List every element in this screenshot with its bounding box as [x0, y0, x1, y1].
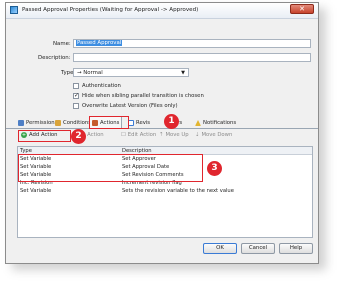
set-variable-rows-highlight [18, 154, 203, 182]
tab-notifications[interactable]: Notifications [195, 118, 236, 128]
help-button[interactable]: Help [279, 243, 313, 254]
actions-tab-highlight [89, 116, 129, 129]
tab-notifications-label: Notifications [203, 120, 237, 126]
edit-icon: ☐ [121, 132, 126, 138]
move-up-label: Move Up [165, 132, 189, 138]
callout-badge-3: 3 [207, 161, 222, 176]
app-icon [10, 6, 18, 14]
tab-conditions-label: Conditions [63, 120, 92, 126]
move-up-button[interactable]: ⇡ Move Up [159, 132, 189, 138]
hide-sibling-checkbox[interactable] [73, 92, 79, 99]
description-label: Description: [38, 55, 71, 61]
conditions-icon [55, 120, 61, 126]
table-row[interactable]: Set Variable Sets the revision variable … [18, 188, 312, 195]
close-button[interactable]: ✕ [290, 4, 314, 14]
hide-sibling-label: Hide when sibling parallel transition is… [82, 93, 204, 99]
description-field[interactable] [73, 53, 311, 62]
properties-dialog: Passed Approval Properties (Waiting for … [5, 2, 319, 264]
type-value: → Normal [77, 70, 103, 76]
cancel-button[interactable]: Cancel [241, 243, 275, 254]
move-down-label: Move Down [201, 132, 233, 138]
edit-action-button[interactable]: ☐ Edit Action [121, 132, 156, 138]
name-field[interactable]: Passed Approval [73, 39, 311, 48]
window-title: Passed Approval Properties (Waiting for … [22, 7, 199, 13]
authentication-checkbox[interactable] [73, 83, 79, 89]
tab-permissions[interactable]: Permissions [18, 118, 57, 128]
permissions-icon [18, 120, 24, 126]
tab-divider [6, 128, 318, 129]
title-bar: Passed Approval Properties (Waiting for … [6, 3, 318, 19]
add-action-highlight [18, 130, 71, 142]
tab-revision[interactable]: Revis [128, 118, 150, 128]
row-description: Sets the revision variable to the next v… [122, 188, 234, 194]
name-value: Passed Approval [76, 40, 123, 46]
edit-action-label: Edit Action [127, 132, 157, 138]
authentication-label: Authentication [82, 83, 121, 89]
callout-badge-1: 1 [164, 114, 179, 129]
ok-button[interactable]: OK [203, 243, 237, 254]
chevron-down-icon: ▼ [181, 70, 185, 76]
arrow-down-icon: ⇣ [195, 132, 200, 138]
move-down-button[interactable]: ⇣ Move Down [195, 132, 232, 138]
arrow-up-icon: ⇡ [159, 132, 164, 138]
name-label: Name: [53, 41, 71, 47]
overwrite-latest-checkbox[interactable] [73, 103, 79, 109]
tab-revision-label: Revis [136, 120, 151, 126]
notifications-icon [195, 120, 201, 126]
tab-permissions-label: Permissions [26, 120, 58, 126]
row-type: Set Variable [20, 188, 52, 194]
callout-badge-2: 2 [71, 129, 86, 144]
overwrite-latest-label: Overwrite Latest Version (Files only) [82, 103, 178, 109]
type-select[interactable]: → Normal ▼ [73, 68, 189, 77]
tab-conditions[interactable]: Conditions [55, 118, 91, 128]
tab-strip: Permissions Conditions Actions Revis ers… [6, 115, 318, 128]
